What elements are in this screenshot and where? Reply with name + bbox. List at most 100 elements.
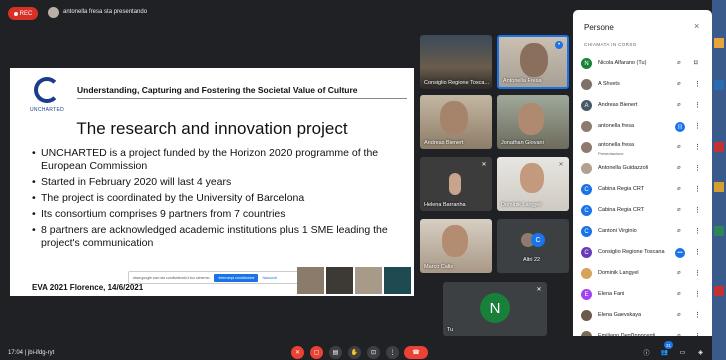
info-button[interactable]: ⓘ <box>640 346 653 359</box>
participant-face <box>518 103 544 135</box>
desktop-background <box>712 0 726 360</box>
participant-name: Consiglio Regione Toscana <box>598 249 665 255</box>
participant-row[interactable]: C Cantoni Virginio ⌀ ⋮ <box>581 223 707 243</box>
tile-name: Andreas Bienert <box>424 140 464 146</box>
slide-bullet: UNCHARTED is a project funded by the Hor… <box>32 147 402 173</box>
recording-badge: REC <box>8 7 38 20</box>
slide-bullet: Its consortium comprises 9 partners from… <box>32 208 402 221</box>
more-vert-icon[interactable]: ⋮ <box>694 122 701 130</box>
slide-bullet: The project is coordinated by the Univer… <box>32 192 402 205</box>
slide-bullet: 8 partners are acknowledged academic ins… <box>32 224 402 250</box>
mic-off-icon: ⌀ <box>677 186 681 192</box>
participant-name: A Shvets <box>598 81 620 87</box>
video-tile[interactable]: Consiglio Regione Tosca... <box>420 35 492 89</box>
participant-row[interactable]: C Consiglio Regione Toscana ••• ⋮ <box>581 244 707 264</box>
more-vert-icon[interactable]: ⋮ <box>694 269 701 277</box>
slide-title: The research and innovation project <box>76 119 348 138</box>
mic-off-icon: ✕ <box>481 162 487 168</box>
mic-off-icon: ✕ <box>536 287 542 293</box>
logo-text: UNCHARTED <box>30 107 64 113</box>
participant-row[interactable]: antonella fresa Presentazione ⌀ ⋮ <box>581 139 707 159</box>
participant-row[interactable]: Elena Gaevskaya ⌀ ⋮ <box>581 307 707 327</box>
desktop-file-icon[interactable] <box>714 38 724 48</box>
present-button[interactable]: ⊡ <box>367 346 380 359</box>
shared-screen-slide: UNCHARTED Understanding, Capturing and F… <box>10 68 414 296</box>
more-vert-icon[interactable]: ⋮ <box>694 311 701 319</box>
leave-call-button[interactable]: ☎ <box>404 346 428 359</box>
self-video-tile[interactable]: N ✕ Tu <box>443 282 547 336</box>
mic-off-button[interactable]: ✕ <box>291 346 304 359</box>
others-tile[interactable]: C Altri 22 <box>497 219 569 273</box>
avatar <box>581 142 592 153</box>
uncharted-logo-icon <box>34 77 60 103</box>
raise-hand-button[interactable]: ✋ <box>348 346 361 359</box>
desktop-file-icon[interactable] <box>714 226 724 236</box>
avatar <box>581 79 592 90</box>
slide-photo <box>355 267 382 294</box>
video-tile[interactable]: ✕ Helena Barranha <box>420 157 492 211</box>
more-vert-icon[interactable]: ⋮ <box>694 248 701 256</box>
participant-row[interactable]: antonella fresa ||| ⋮ <box>581 118 707 138</box>
more-options-button[interactable]: ⋮ <box>386 346 399 359</box>
more-vert-icon[interactable]: ⋮ <box>694 143 701 151</box>
video-tile[interactable]: ✕ Dominik Langyel <box>497 157 569 211</box>
participant-face <box>520 163 544 193</box>
more-vert-icon[interactable]: ⋮ <box>694 206 701 214</box>
avatar: C <box>581 205 592 216</box>
mic-off-icon: ⌀ <box>677 291 681 297</box>
participant-name: antonella fresa <box>598 123 635 129</box>
desktop-file-icon[interactable] <box>714 80 724 90</box>
video-tile[interactable]: Jonathan Giovani <box>497 95 569 149</box>
more-vert-icon[interactable]: ⋮ <box>694 101 701 109</box>
mic-off-icon: ⌀ <box>677 144 681 150</box>
more-vert-icon[interactable]: ⋮ <box>694 80 701 88</box>
more-vert-icon[interactable]: ⋮ <box>694 164 701 172</box>
popup-text: www.google.com sta condividendo il tuo s… <box>133 275 211 280</box>
participant-row[interactable]: N Nicola Alfarano (Tu) ⌀ ⌑ <box>581 55 707 75</box>
video-tile[interactable]: Marco Calis <box>420 219 492 273</box>
section-label: CHIAMATA IN CORSO <box>584 42 637 47</box>
tile-name: Dominik Langyel <box>501 202 542 208</box>
tile-name: Marco Calis <box>424 264 454 270</box>
avatar: C <box>581 226 592 237</box>
self-avatar: N <box>480 293 510 323</box>
desktop-file-icon[interactable] <box>714 142 724 152</box>
presenting-text: antonella fresa sta presentando <box>63 9 148 15</box>
activities-button[interactable]: ◈ <box>694 346 707 359</box>
chat-button[interactable]: ▭ <box>676 346 689 359</box>
hide-popup-button[interactable]: Nascondi <box>262 276 277 280</box>
video-tile[interactable]: Andreas Bienert <box>420 95 492 149</box>
stop-sharing-button[interactable]: Interrompi condivisione <box>214 273 259 282</box>
desktop-file-icon[interactable] <box>714 182 724 192</box>
speaking-icon: • <box>555 41 563 49</box>
close-icon[interactable]: × <box>694 21 699 31</box>
avatar <box>581 163 592 174</box>
slide-footer: EVA 2021 Florence, 14/6/2021 <box>32 283 144 292</box>
slide-bullet: Started in February 2020 will last 4 yea… <box>32 176 402 189</box>
participant-row[interactable]: E Elena Fani ⌀ ⋮ <box>581 286 707 306</box>
participant-name: Andreas Bienert <box>598 102 638 108</box>
camera-off-button[interactable]: ▢ <box>310 346 323 359</box>
captions-button[interactable]: ▤ <box>329 346 342 359</box>
participant-row[interactable]: Dominik Langyel ⌀ ⋮ <box>581 265 707 285</box>
tile-name: Jonathan Giovani <box>501 140 544 146</box>
rec-label: REC <box>19 10 33 17</box>
participant-row[interactable]: A Shvets ⌀ ⋮ <box>581 76 707 96</box>
mic-off-icon: ⌀ <box>677 102 681 108</box>
video-tile-active-speaker[interactable]: • Antonella Fresa <box>497 35 569 89</box>
more-vert-icon[interactable]: ⋮ <box>694 227 701 235</box>
presenter-avatar <box>48 7 59 18</box>
avatar: C <box>581 247 592 258</box>
participant-row[interactable]: C Cabina Regia CRT ⌀ ⋮ <box>581 181 707 201</box>
participant-name: antonella fresa <box>598 142 635 148</box>
participant-row[interactable]: Antonella Guidazzoli ⌀ ⋮ <box>581 160 707 180</box>
record-dot-icon <box>13 11 18 16</box>
more-vert-icon[interactable]: ⋮ <box>694 290 701 298</box>
participant-row[interactable]: A Andreas Bienert ⌀ ⋮ <box>581 97 707 117</box>
pin-icon[interactable]: ⌑ <box>694 59 698 67</box>
tile-name: Helena Barranha <box>424 202 466 208</box>
slide-bullets: UNCHARTED is a project funded by the Hor… <box>32 147 402 253</box>
desktop-file-icon[interactable] <box>714 286 724 296</box>
more-vert-icon[interactable]: ⋮ <box>694 185 701 193</box>
participant-row[interactable]: C Cabina Regia CRT ⌀ ⋮ <box>581 202 707 222</box>
